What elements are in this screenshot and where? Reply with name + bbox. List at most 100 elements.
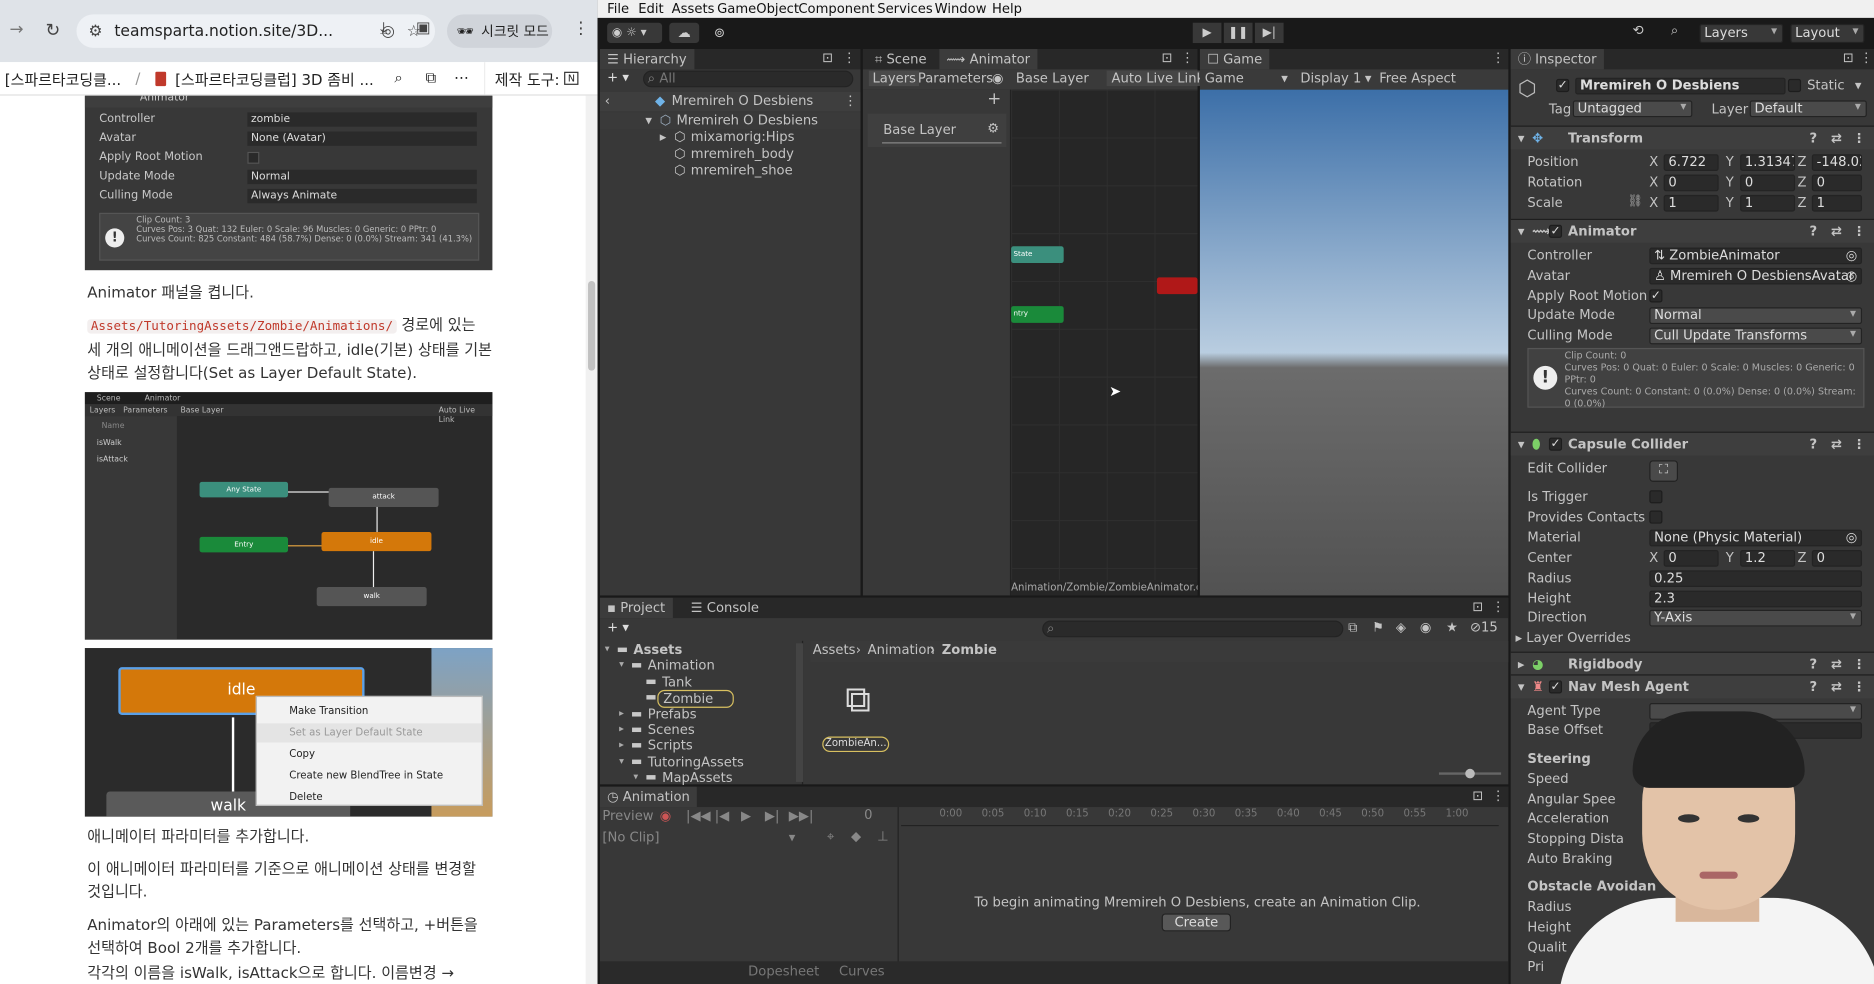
- more-menu-icon[interactable]: ⋮: [572, 19, 589, 38]
- hierarchy-search[interactable]: ⌕ All: [642, 70, 854, 88]
- hierarchy-item-body[interactable]: ⬡ mremireh_body: [600, 146, 861, 163]
- project-tree-item[interactable]: ▾ ▬ TutoringAssets: [600, 754, 803, 771]
- expand-icon[interactable]: ▾: [633, 771, 638, 782]
- scrollbar-thumb[interactable]: [588, 280, 596, 371]
- timeline-ruler[interactable]: 0:00 0:05 0:10 0:15 0:20 0:25 0:30 0:35 0:40 0:45…: [901, 807, 1499, 827]
- capsule-enabled-checkbox[interactable]: ✓: [1548, 437, 1563, 451]
- context-menu-item[interactable]: Create new BlendTree in State: [257, 766, 482, 785]
- game-mode-dropdown[interactable]: Game ▾: [1205, 71, 1291, 87]
- expand-icon[interactable]: ▾: [645, 112, 652, 128]
- hierarchy-item-shoe[interactable]: ⬡ mremireh_shoe: [600, 163, 861, 180]
- project-tree-item[interactable]: ▬ Tank: [600, 674, 803, 691]
- component-menu-icon[interactable]: ⋮: [1852, 224, 1865, 240]
- page-scrollbar[interactable]: [585, 95, 598, 984]
- navmesh-enabled-checkbox[interactable]: ✓: [1548, 680, 1563, 694]
- transform-scale-y[interactable]: 1: [1740, 194, 1796, 212]
- hierarchy-item-root[interactable]: ▾ ⬡ Mremireh O Desbiens: [599, 112, 861, 130]
- node-any-state[interactable]: State: [1011, 246, 1064, 264]
- update-mode-dropdown[interactable]: Normal: [1649, 307, 1863, 325]
- menu-item-edit[interactable]: Edit: [638, 1, 663, 17]
- project-search[interactable]: ⌕: [1042, 620, 1344, 638]
- inspector-menu-icon[interactable]: ⋮: [1860, 50, 1873, 66]
- layer-dropdown[interactable]: Default: [1749, 100, 1867, 118]
- download-icon[interactable]: ⤓: [380, 19, 387, 38]
- lock-icon[interactable]: ⊡: [1472, 599, 1483, 615]
- project-tree-item[interactable]: ▸ ▬ Prefabs: [600, 706, 803, 723]
- menu-item-component[interactable]: Component: [798, 1, 874, 17]
- tree-scrollbar[interactable]: [795, 643, 804, 782]
- project-tree-item[interactable]: ▬ Zombie: [600, 690, 803, 709]
- transform-header[interactable]: ▾ ✥ Transform ? ⇄ ⋮: [1510, 125, 1874, 150]
- center-z[interactable]: 0: [1811, 549, 1863, 567]
- context-menu-item[interactable]: Copy: [257, 745, 482, 764]
- fold-icon[interactable]: ▾: [1518, 130, 1525, 146]
- filter-type-icon[interactable]: ⧉: [1348, 619, 1357, 636]
- state-graph[interactable]: State ntry ➤: [1011, 89, 1198, 580]
- game-viewport[interactable]: [1199, 89, 1509, 596]
- layer-settings-icon[interactable]: ⚙: [987, 121, 999, 137]
- lock-icon[interactable]: ⊡: [1472, 788, 1483, 804]
- auto-live-link-toggle[interactable]: Auto Live Link: [1106, 70, 1209, 87]
- create-button[interactable]: + ▾: [607, 69, 629, 85]
- height-field[interactable]: 2.3: [1649, 590, 1863, 608]
- clip-dropdown[interactable]: [No Clip] ▾: [600, 829, 803, 848]
- scene-menu-icon[interactable]: ⋮: [844, 93, 857, 109]
- project-tree-item[interactable]: ▾ ▬ MapAssets: [600, 770, 803, 787]
- layer-base[interactable]: Base Layer ⚙: [867, 113, 1007, 148]
- hidden-count[interactable]: ⊘15: [1470, 619, 1498, 635]
- static-dropdown-icon[interactable]: ▾: [1855, 78, 1862, 94]
- static-checkbox[interactable]: [1787, 78, 1802, 93]
- preset-icon[interactable]: ⇄: [1831, 130, 1842, 146]
- rigidbody-header[interactable]: ▸ ◕ Rigidbody ? ⇄ ⋮: [1510, 651, 1874, 676]
- expand-icon[interactable]: ▸: [619, 707, 624, 718]
- active-checkbox[interactable]: ✓: [1556, 78, 1570, 93]
- breadcrumb-item-1[interactable]: [스파르타코딩클...: [5, 67, 121, 90]
- dopesheet-tab[interactable]: Dopesheet: [748, 964, 819, 980]
- direction-dropdown[interactable]: Y-Axis: [1649, 609, 1863, 627]
- aspect-dropdown[interactable]: Free Aspect: [1379, 71, 1456, 87]
- menu-item-file[interactable]: File: [607, 1, 629, 17]
- collapse-icon[interactable]: ▸: [660, 129, 667, 145]
- fold-icon[interactable]: ▾: [1518, 679, 1525, 695]
- transform-rotation-x[interactable]: 0: [1663, 174, 1719, 192]
- expand-icon[interactable]: ▸: [619, 739, 624, 750]
- step-icon[interactable]: ▶|: [1254, 22, 1284, 44]
- add-layer-button[interactable]: +: [987, 90, 1001, 109]
- tab-project[interactable]: ▪ Project: [599, 597, 673, 619]
- object-name-field[interactable]: Mremireh O Desbiens: [1575, 77, 1786, 95]
- component-menu-icon[interactable]: ⋮: [1852, 679, 1865, 695]
- project-tree-item[interactable]: ▾ ▬ Animation: [600, 658, 803, 675]
- help-icon[interactable]: ?: [1809, 656, 1817, 672]
- tab-inspector[interactable]: ⓘ Inspector: [1510, 49, 1604, 70]
- help-icon[interactable]: ?: [1809, 436, 1817, 452]
- scene-row[interactable]: ‹ ◆ Mremireh O Desbiens ⋮: [599, 92, 861, 112]
- capsule-collider-header[interactable]: ▾ ⬮ ✓ Capsule Collider ? ⇄ ⋮: [1510, 431, 1874, 456]
- cloud-icon[interactable]: ☁: [669, 22, 700, 44]
- preset-icon[interactable]: ⇄: [1831, 224, 1842, 240]
- culling-mode-dropdown[interactable]: Cull Update Transforms: [1649, 327, 1863, 345]
- duplicate-icon[interactable]: ⧉: [425, 68, 436, 87]
- tab-game[interactable]: ☐ Game: [1199, 49, 1270, 70]
- transform-position-z[interactable]: -148.02: [1811, 154, 1863, 171]
- tab-console[interactable]: ☰ Console: [684, 598, 767, 618]
- project-menu-icon[interactable]: ⋮: [1492, 599, 1505, 615]
- menu-item-gameobject[interactable]: GameObject: [717, 1, 799, 17]
- filter-label-icon[interactable]: ⚑: [1372, 619, 1384, 635]
- forward-icon[interactable]: →: [10, 20, 24, 39]
- tab-hierarchy[interactable]: ☰ Hierarchy: [599, 49, 694, 70]
- context-menu-item[interactable]: Make Transition: [257, 702, 482, 721]
- create-clip-button[interactable]: Create: [1161, 913, 1232, 932]
- display-dropdown[interactable]: Display 1 ▾: [1300, 71, 1374, 87]
- expand-icon[interactable]: ▸: [619, 723, 624, 734]
- curves-tab[interactable]: Curves: [839, 964, 885, 980]
- zoom-slider[interactable]: [1438, 768, 1502, 779]
- asset-zombie-animator[interactable]: ⧉ ZombieAn...: [822, 677, 894, 754]
- collab-icon[interactable]: ⊚: [708, 23, 732, 43]
- constrain-proportions-icon[interactable]: ⛓: [1628, 195, 1643, 208]
- material-field[interactable]: None (Physic Material) ◎: [1649, 529, 1863, 547]
- breadcrumb-zombie[interactable]: Zombie: [942, 642, 997, 658]
- menu-item-window[interactable]: Window: [935, 1, 987, 17]
- incognito-badge[interactable]: 🕶 시크릿 모드: [446, 14, 553, 48]
- preset-icon[interactable]: ⇄: [1831, 679, 1842, 695]
- center-y[interactable]: 1.2: [1740, 549, 1796, 567]
